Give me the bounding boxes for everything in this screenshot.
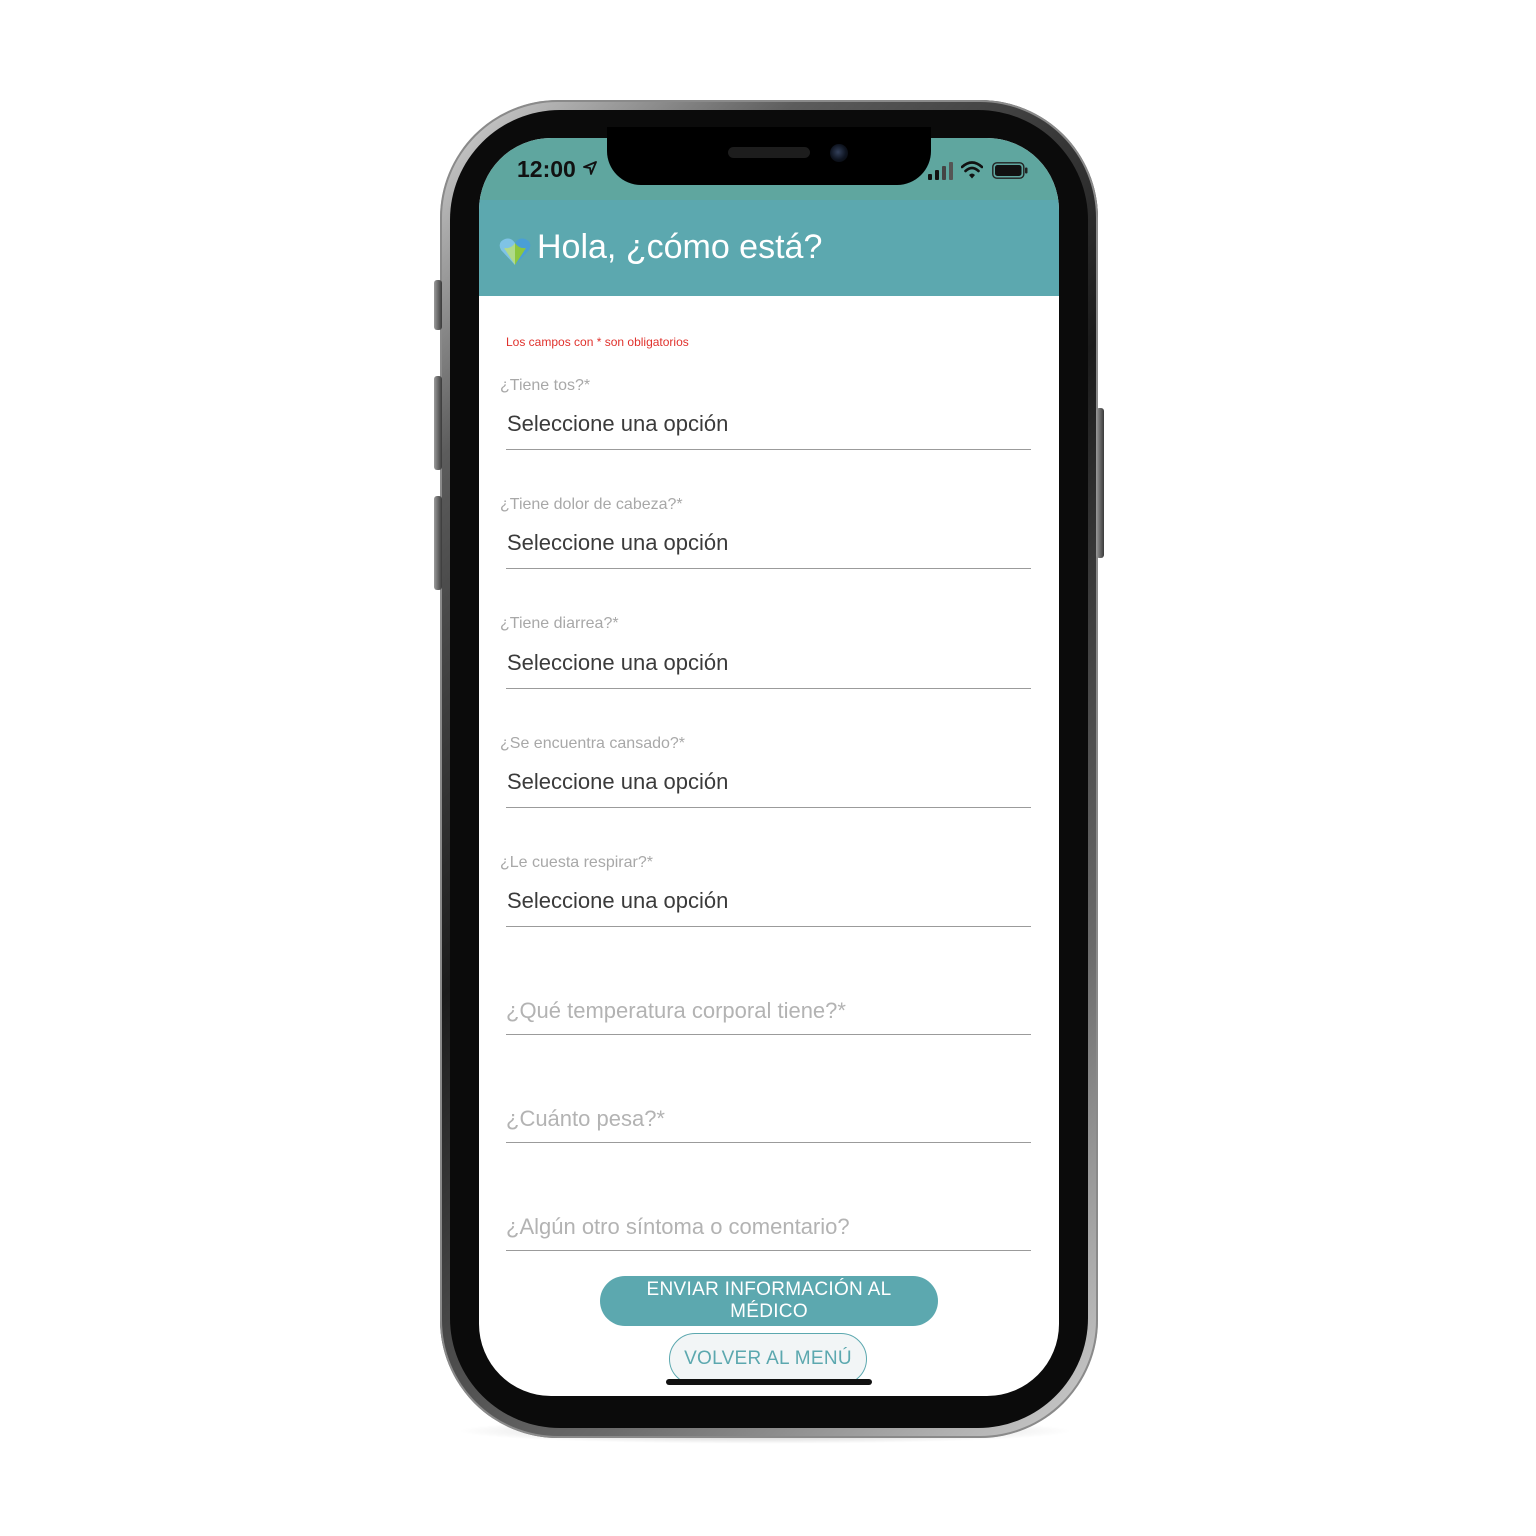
tiredness-question-label: ¿Se encuentra cansado?* [500,735,686,752]
cough-select-value: Seleccione una opción [507,411,729,436]
phone-screen: 12:00 Hola, ¿cómo está? Los campos con *… [479,138,1059,1396]
home-indicator[interactable] [666,1379,872,1385]
tiredness-select[interactable]: Seleccione una opción [506,761,1031,808]
volume-down-button [434,496,442,590]
front-camera [830,144,848,162]
required-fields-note: Los campos con * son obligatorios [506,335,689,349]
cough-question-label: ¿Tiene tos?* [500,377,591,394]
battery-icon [992,162,1028,179]
earpiece-speaker [728,147,810,158]
wifi-icon [961,161,983,179]
headache-question-label: ¿Tiene dolor de cabeza?* [500,496,683,513]
heart-logo-icon [499,238,531,265]
weight-input[interactable] [506,1096,1031,1143]
breathing-select-value: Seleccione una opción [507,888,729,913]
diarrhea-question-label: ¿Tiene diarrea?* [500,615,619,632]
headache-select-value: Seleccione una opción [507,530,729,555]
tiredness-select-value: Seleccione una opción [507,769,729,794]
back-to-menu-button[interactable]: VOLVER AL MENÚ [669,1333,867,1385]
comment-input[interactable] [506,1204,1031,1251]
location-arrow-icon [583,161,597,175]
diarrhea-select[interactable]: Seleccione una opción [506,642,1031,689]
status-time: 12:00 [517,156,576,182]
cellular-signal-icon [928,162,953,180]
app-header: Hola, ¿cómo está? [479,200,1059,296]
send-to-doctor-button[interactable]: ENVIAR INFORMACIÓN AL MÉDICO [600,1276,938,1326]
temperature-input[interactable] [506,988,1031,1035]
diarrhea-select-value: Seleccione una opción [507,650,729,675]
power-button [1096,408,1104,558]
breathing-select[interactable]: Seleccione una opción [506,880,1031,927]
volume-up-button [434,376,442,470]
mute-switch [434,280,442,330]
page-title: Hola, ¿cómo está? [537,228,823,266]
cough-select[interactable]: Seleccione una opción [506,403,1031,450]
breathing-question-label: ¿Le cuesta respirar?* [500,854,653,871]
headache-select[interactable]: Seleccione una opción [506,522,1031,569]
